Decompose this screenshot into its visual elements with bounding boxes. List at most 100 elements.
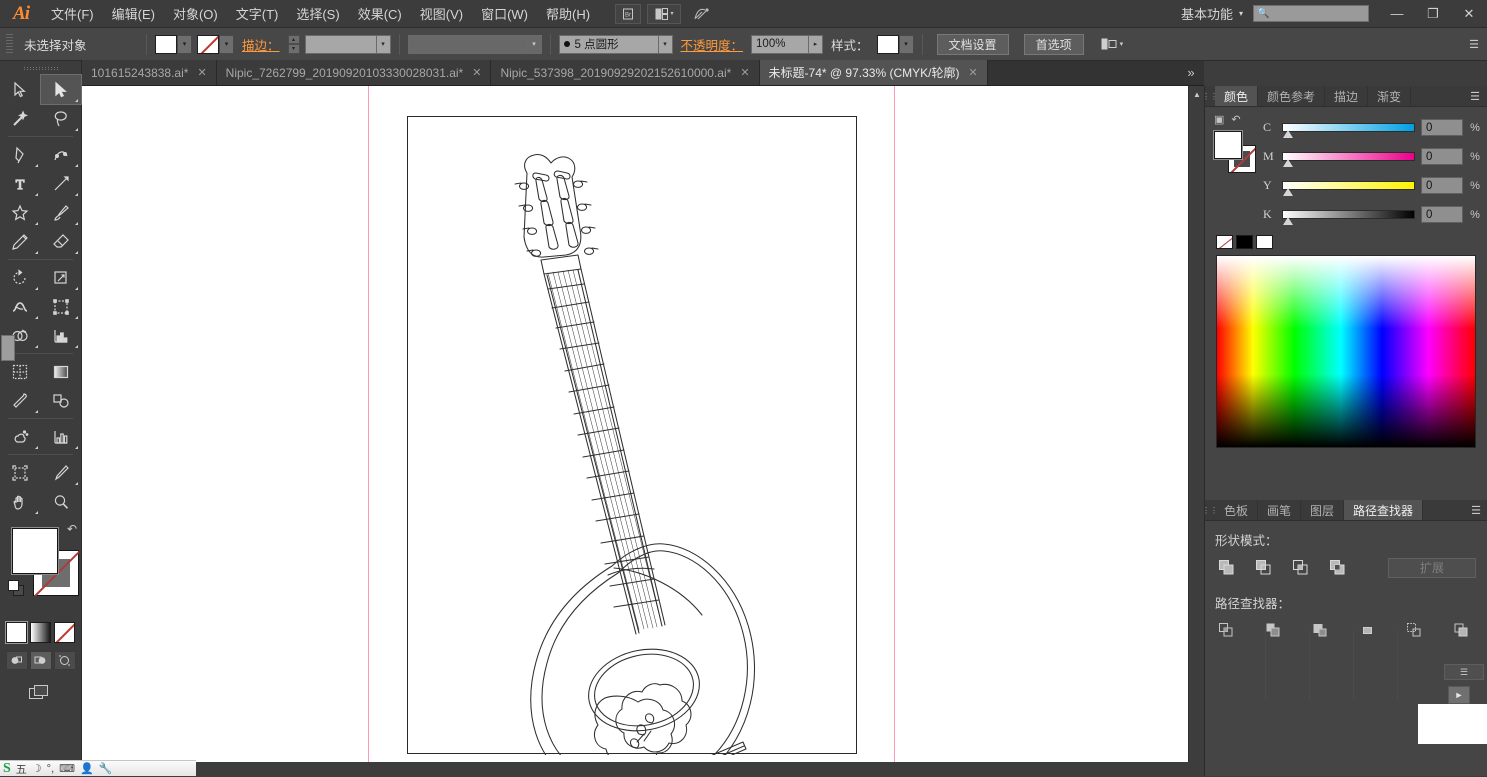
shape-tool[interactable] — [0, 198, 41, 227]
control-bar-grip[interactable] — [6, 34, 13, 54]
slider-track-y[interactable] — [1282, 181, 1415, 196]
stroke-weight-control[interactable]: ▾ — [304, 34, 391, 54]
swap-fill-stroke-icon[interactable]: ↶ — [67, 522, 77, 536]
slider-knob-y[interactable] — [1283, 188, 1294, 197]
stroke-profile-field[interactable] — [407, 34, 528, 54]
outline-button[interactable] — [1403, 619, 1426, 642]
stroke-color-control[interactable]: ▾ — [197, 34, 234, 54]
panel-grip[interactable]: ⋮⋮ — [1202, 86, 1218, 106]
stroke-style-control[interactable]: 5 点圆形 ▾ — [558, 34, 673, 54]
change-screen-mode-icon[interactable] — [26, 682, 56, 704]
stroke-weight-arrow[interactable]: ▾ — [376, 34, 391, 54]
search-input[interactable]: 🔍 — [1253, 5, 1369, 22]
opacity-label[interactable]: 不透明度： — [678, 35, 747, 54]
stroke-style-arrow[interactable]: ▾ — [658, 34, 673, 54]
minimize-button[interactable]: — — [1379, 0, 1415, 27]
swap-fill-stroke-icon[interactable]: ↶ — [1231, 113, 1240, 126]
artboard[interactable] — [407, 116, 857, 755]
eyedropper-tool[interactable] — [0, 386, 41, 415]
exclude-button[interactable] — [1326, 556, 1349, 579]
paintbrush-tool[interactable] — [41, 198, 82, 227]
close-icon[interactable]: ✕ — [740, 66, 749, 79]
slider-value-k[interactable]: 0 — [1421, 206, 1463, 223]
tab-color[interactable]: 颜色 — [1215, 86, 1259, 106]
ime-keyboard-icon[interactable]: ⌨ — [59, 762, 75, 775]
swatch-black[interactable] — [1236, 235, 1253, 249]
slider-track-k[interactable] — [1282, 210, 1415, 225]
color-mode-solid[interactable] — [5, 621, 28, 644]
tab-layers[interactable]: 图层 — [1301, 500, 1345, 520]
document-tab[interactable]: Nipic_537398_20190929202152610000.ai* ✕ — [491, 60, 760, 85]
intersect-button[interactable] — [1289, 556, 1312, 579]
stroke-dropdown-arrow[interactable]: ▾ — [219, 34, 234, 54]
unite-button[interactable] — [1215, 556, 1238, 579]
color-mode-gradient[interactable] — [30, 622, 51, 643]
swatch-none[interactable] — [1216, 235, 1233, 249]
stroke-profile-control[interactable]: ▾ — [407, 34, 542, 54]
scale-tool[interactable] — [41, 263, 82, 292]
arrange-documents-icon[interactable]: ▾ — [647, 3, 682, 24]
restore-button[interactable]: ❐ — [1415, 0, 1451, 27]
pen-tool[interactable] — [0, 140, 41, 169]
hand-tool[interactable] — [0, 487, 41, 516]
rotate-tool[interactable] — [0, 263, 41, 292]
lasso-tool[interactable] — [41, 104, 82, 133]
close-icon[interactable]: ✕ — [472, 66, 481, 79]
symbol-sprayer-tool[interactable] — [0, 422, 41, 451]
stroke-weight-stepper[interactable]: ▴ ▾ — [287, 34, 300, 54]
tab-gradient[interactable]: 渐变 — [1368, 86, 1412, 106]
close-icon[interactable]: ✕ — [197, 66, 206, 79]
eraser-tool[interactable] — [41, 227, 82, 256]
stroke-style-field[interactable]: 5 点圆形 — [558, 34, 659, 54]
sogou-input-method-bar[interactable]: S 五 ☽ °, ⌨ 👤 🔧 — [0, 760, 196, 776]
stroke-weight-field[interactable] — [304, 34, 377, 54]
tab-stroke[interactable]: 描边 — [1325, 86, 1369, 106]
menu-window[interactable]: 窗口(W) — [472, 0, 537, 27]
document-canvas[interactable] — [82, 86, 1188, 762]
selection-tool[interactable] — [0, 75, 41, 104]
tab-pathfinder[interactable]: 路径查找器 — [1344, 500, 1424, 520]
vertical-scrollbar[interactable]: ▲ — [1188, 86, 1204, 762]
vertical-scrollbar-thumb[interactable] — [1, 335, 15, 361]
slider-track-m[interactable] — [1282, 152, 1415, 167]
divide-button[interactable] — [1215, 619, 1238, 642]
default-fill-stroke-icon[interactable] — [8, 580, 25, 597]
slider-track-c[interactable] — [1282, 123, 1415, 138]
panel-expand-play-icon[interactable]: ► — [1448, 686, 1470, 704]
menu-select[interactable]: 选择(S) — [287, 0, 348, 27]
swatch-white[interactable] — [1256, 235, 1273, 249]
slider-knob-m[interactable] — [1283, 159, 1294, 168]
document-tab[interactable]: Nipic_7262799_20190920103330028031.ai* ✕ — [216, 60, 492, 85]
mesh-tool[interactable] — [0, 357, 41, 386]
ime-mode-icon[interactable]: 五 — [16, 761, 27, 777]
sogou-logo-icon[interactable]: S — [3, 761, 11, 777]
slider-value-m[interactable]: 0 — [1421, 148, 1463, 165]
fill-color-control[interactable]: ▾ — [155, 34, 192, 54]
magic-wand-tool[interactable] — [0, 104, 41, 133]
panel-menu-icon[interactable]: ☰ — [1463, 86, 1487, 106]
ime-moon-icon[interactable]: ☽ — [32, 762, 42, 775]
color-mode-none[interactable] — [54, 622, 75, 643]
curvature-tool[interactable] — [41, 140, 82, 169]
opacity-field[interactable]: 100% — [751, 34, 810, 54]
draw-inside-mode[interactable] — [53, 651, 76, 670]
slider-value-y[interactable]: 0 — [1421, 177, 1463, 194]
stroke-label[interactable]: 描边： — [239, 35, 283, 54]
pencil-tool[interactable] — [0, 227, 41, 256]
panel-overflow-icon[interactable]: ☰ — [1469, 38, 1479, 51]
tab-brushes[interactable]: 画笔 — [1258, 500, 1302, 520]
expand-button[interactable]: 扩展 — [1388, 557, 1476, 578]
tab-swatches[interactable]: 色板 — [1215, 500, 1259, 520]
fill-swatch[interactable] — [155, 34, 177, 54]
opacity-control[interactable]: 100% ▸ — [751, 34, 824, 54]
draw-normal-mode[interactable] — [5, 651, 28, 670]
menu-file[interactable]: 文件(F) — [42, 0, 103, 27]
workspace-switcher[interactable]: 基本功能 ▾ — [1171, 4, 1253, 23]
align-control[interactable]: ▾ — [1101, 37, 1123, 51]
bridge-icon[interactable]: Br — [615, 3, 642, 24]
slice-tool[interactable] — [41, 458, 82, 487]
menu-object[interactable]: 对象(O) — [164, 0, 227, 27]
free-transform-tool[interactable] — [41, 292, 82, 321]
document-setup-button[interactable]: 文档设置 — [936, 33, 1009, 55]
panel-grip[interactable]: ⋮⋮ — [1202, 500, 1218, 520]
